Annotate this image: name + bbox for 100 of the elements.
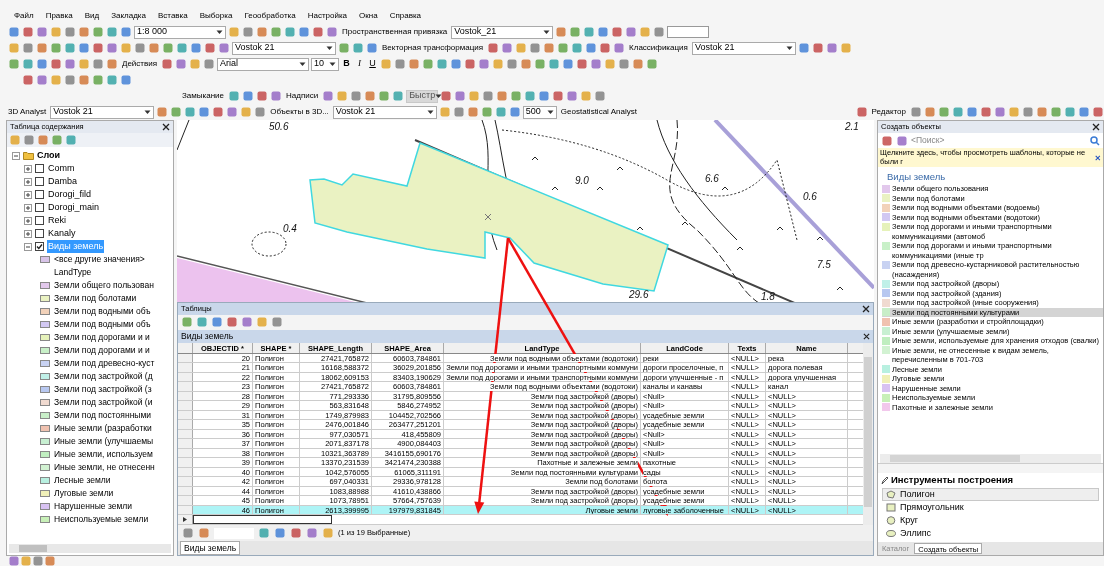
tool-icon[interactable] [450,58,463,70]
tool-icon[interactable] [590,58,603,70]
tool-icon[interactable] [190,42,202,54]
tool-icon[interactable] [480,106,493,118]
tool-icon[interactable] [254,106,267,118]
tool-icon[interactable] [306,527,318,539]
splitter-bar[interactable] [878,463,1103,473]
construction-tool[interactable]: Прямоугольник [882,501,1099,514]
tool-icon[interactable] [538,90,551,102]
tool-icon[interactable] [494,106,507,118]
tool-icon[interactable] [576,58,589,70]
tool-icon[interactable] [92,58,104,70]
tool-icon[interactable] [855,106,868,118]
tool-icon[interactable] [22,26,34,38]
menu-item[interactable]: Вставка [157,9,188,22]
tool-icon[interactable] [78,42,90,54]
tool-icon[interactable] [508,106,521,118]
tool-icon[interactable] [120,74,132,86]
tool-icon[interactable] [184,106,197,118]
menu-item[interactable]: Справка [389,9,422,22]
tool-icon[interactable] [256,26,268,38]
tool-icon[interactable] [65,134,77,146]
tool-icon[interactable] [571,42,584,54]
tool-icon[interactable] [22,42,34,54]
tool-icon[interactable] [240,106,253,118]
horizontal-scrollbar[interactable] [9,544,171,553]
tool-icon[interactable] [37,134,49,146]
tool-icon[interactable] [482,90,495,102]
toolbar-menu-button[interactable]: Пространственная привязка [340,26,450,38]
tool-icon[interactable] [256,316,268,328]
menu-item[interactable]: Окна [359,9,378,22]
tool-icon[interactable] [92,74,104,86]
tool-icon[interactable] [653,26,666,38]
tool-icon[interactable] [211,316,223,328]
tool-icon[interactable] [548,58,561,70]
tool-icon[interactable] [64,42,76,54]
tool-icon[interactable] [562,58,575,70]
vertical-scrollbar[interactable] [863,342,873,525]
tool-icon[interactable] [438,106,451,118]
tool-icon[interactable] [64,26,76,38]
tool-icon[interactable] [510,90,523,102]
tool-icon[interactable] [966,106,978,118]
tool-icon[interactable] [478,58,491,70]
tool-icon[interactable] [189,58,202,70]
expander-icon[interactable] [24,164,32,173]
menu-item[interactable]: Настройка [307,9,348,22]
tool-icon[interactable] [22,58,34,70]
tool-icon[interactable] [162,42,174,54]
tool-icon[interactable] [32,555,44,566]
tool-icon[interactable] [270,26,282,38]
tool-icon[interactable] [1092,106,1104,118]
tool-icon[interactable] [585,42,598,54]
tool-icon[interactable] [120,42,132,54]
tool-icon[interactable] [487,42,500,54]
tool-icon[interactable] [646,58,659,70]
tool-icon[interactable] [552,90,565,102]
tool-icon[interactable] [64,74,76,86]
tool-icon[interactable] [270,90,282,102]
tool-icon[interactable] [298,26,310,38]
tool-icon[interactable] [274,527,286,539]
tool-icon[interactable] [1078,106,1090,118]
tool-icon[interactable] [120,26,132,38]
tool-icon[interactable] [580,90,593,102]
toolbar-menu-button[interactable]: Редактор [869,106,908,118]
tool-icon[interactable] [440,90,453,102]
tool-icon[interactable] [594,90,607,102]
tool-icon[interactable] [203,58,216,70]
tool-icon[interactable] [408,58,421,70]
tool-icon[interactable] [51,134,63,146]
tool-icon[interactable] [1022,106,1034,118]
construction-tool[interactable]: Круг [882,514,1099,527]
tool-icon[interactable] [569,26,582,38]
tool-icon[interactable] [148,42,160,54]
tool-icon[interactable] [524,90,537,102]
tool-icon[interactable] [1036,106,1048,118]
tool-icon[interactable] [924,106,936,118]
tool-icon[interactable] [312,26,324,38]
expander-icon[interactable] [24,242,32,251]
menu-item[interactable]: Выборка [199,9,233,22]
tool-icon[interactable] [228,90,240,102]
tool-icon[interactable] [555,26,568,38]
format-button[interactable]: I [354,57,366,71]
tool-icon[interactable] [92,42,104,54]
tool-icon[interactable] [543,42,556,54]
tool-icon[interactable] [50,58,62,70]
tool-icon[interactable] [50,42,62,54]
close-icon[interactable] [162,123,170,131]
tool-icon[interactable] [36,42,48,54]
tool-icon[interactable] [336,90,349,102]
tool-icon[interactable] [338,42,350,54]
tool-icon[interactable] [176,42,188,54]
tool-icon[interactable] [36,26,48,38]
tool-icon[interactable] [529,42,542,54]
dropdown-field[interactable]: 10 [311,57,340,71]
tool-icon[interactable] [938,106,950,118]
tool-icon[interactable] [604,58,617,70]
toolbar-menu-button[interactable]: Объекты в 3D... [268,106,331,118]
tool-icon[interactable] [394,58,407,70]
tool-icon[interactable] [618,58,631,70]
checkbox[interactable] [35,216,44,225]
